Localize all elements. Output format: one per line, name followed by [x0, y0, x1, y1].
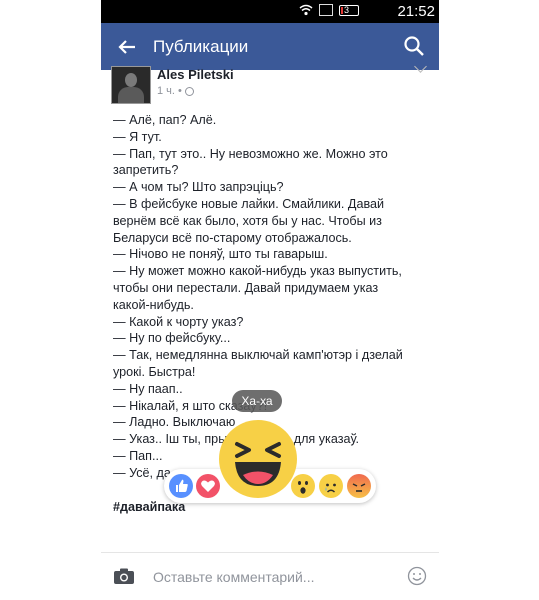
post-line: урокі. Быстра!: [113, 364, 196, 379]
battery-level: 3: [344, 4, 350, 15]
love-reaction-icon[interactable]: [196, 474, 220, 498]
angry-face-icon: [352, 483, 366, 492]
post-line: — Нічово не поняў, што ты гаварыш.: [113, 247, 328, 262]
emoji-icon[interactable]: [407, 566, 427, 586]
post-line: — Какой к чорту указ?: [113, 314, 244, 329]
meta-separator: •: [177, 85, 182, 97]
hashtag-link[interactable]: #давайпака: [113, 500, 185, 514]
sad-face-icon: [325, 483, 336, 493]
post-meta: 1 ч. •: [157, 85, 194, 97]
camera-icon[interactable]: [113, 568, 135, 585]
post-line: Беларуси всё по-старому отображалось.: [113, 230, 352, 245]
battery-icon: 3: [339, 4, 359, 16]
app-bar: Публикации: [101, 23, 439, 70]
author-avatar[interactable]: [111, 66, 151, 104]
post-time: 1 ч.: [157, 85, 175, 97]
wifi-icon: [299, 4, 313, 16]
sad-reaction-icon[interactable]: [319, 474, 343, 498]
heart-icon: [201, 480, 215, 492]
post-line: — Я тут.: [113, 129, 162, 144]
post-line: чтобы они перестали. Давай придумаем ука…: [113, 280, 379, 295]
post-line: — А чом ты? Што запрэціць?: [113, 180, 284, 195]
comment-input[interactable]: Оставьте комментарий...: [153, 569, 314, 585]
avatar-head: [125, 73, 137, 87]
post-line: — Ну по фейсбуку...: [113, 331, 231, 346]
angry-reaction-icon[interactable]: [347, 474, 371, 498]
author-name[interactable]: Ales Piletski: [157, 67, 234, 82]
reaction-tooltip: Ха-ха: [232, 390, 282, 412]
post-line: — Алё, пап? Алё.: [113, 113, 217, 127]
post-line: вернём всё как было, хотя бы у нас. Чтоб…: [113, 213, 382, 228]
status-time: 21:52: [397, 3, 435, 20]
comment-composer: Оставьте комментарий...: [101, 560, 439, 600]
divider: [101, 552, 439, 553]
haha-reaction-icon[interactable]: [219, 420, 297, 498]
battery-fill: [341, 6, 343, 14]
back-arrow-icon[interactable]: [115, 35, 139, 59]
like-reaction-icon[interactable]: [169, 474, 193, 498]
avatar-torso: [118, 87, 144, 103]
status-icons: 3: [299, 4, 359, 16]
globe-icon: [184, 86, 194, 96]
thumbs-up-icon: [176, 479, 188, 492]
status-bar: 3 21:52: [101, 0, 439, 23]
sim-icon: [319, 4, 333, 16]
phone-screen: 3 21:52 Публикации Ales Piletski 1 ч. • …: [101, 0, 439, 600]
post-line: — Ну может можно какой-нибудь указ выпус…: [113, 264, 402, 279]
post-line: — В фейсбуке новые лайки. Смайлики. Дава…: [113, 196, 385, 211]
post-line: — Пап, тут это.. Ну невозможно же. Можно…: [113, 146, 388, 161]
page-title: Публикации: [153, 37, 249, 56]
search-icon[interactable]: [403, 35, 425, 57]
post-line: какой-нибудь.: [113, 297, 194, 312]
dotted-divider: [113, 534, 423, 536]
post-line: — Так, немедлянна выключай камп'ютэр і д…: [113, 348, 403, 363]
post-line: запретить?: [113, 163, 179, 178]
laughing-face-icon: [235, 442, 281, 486]
